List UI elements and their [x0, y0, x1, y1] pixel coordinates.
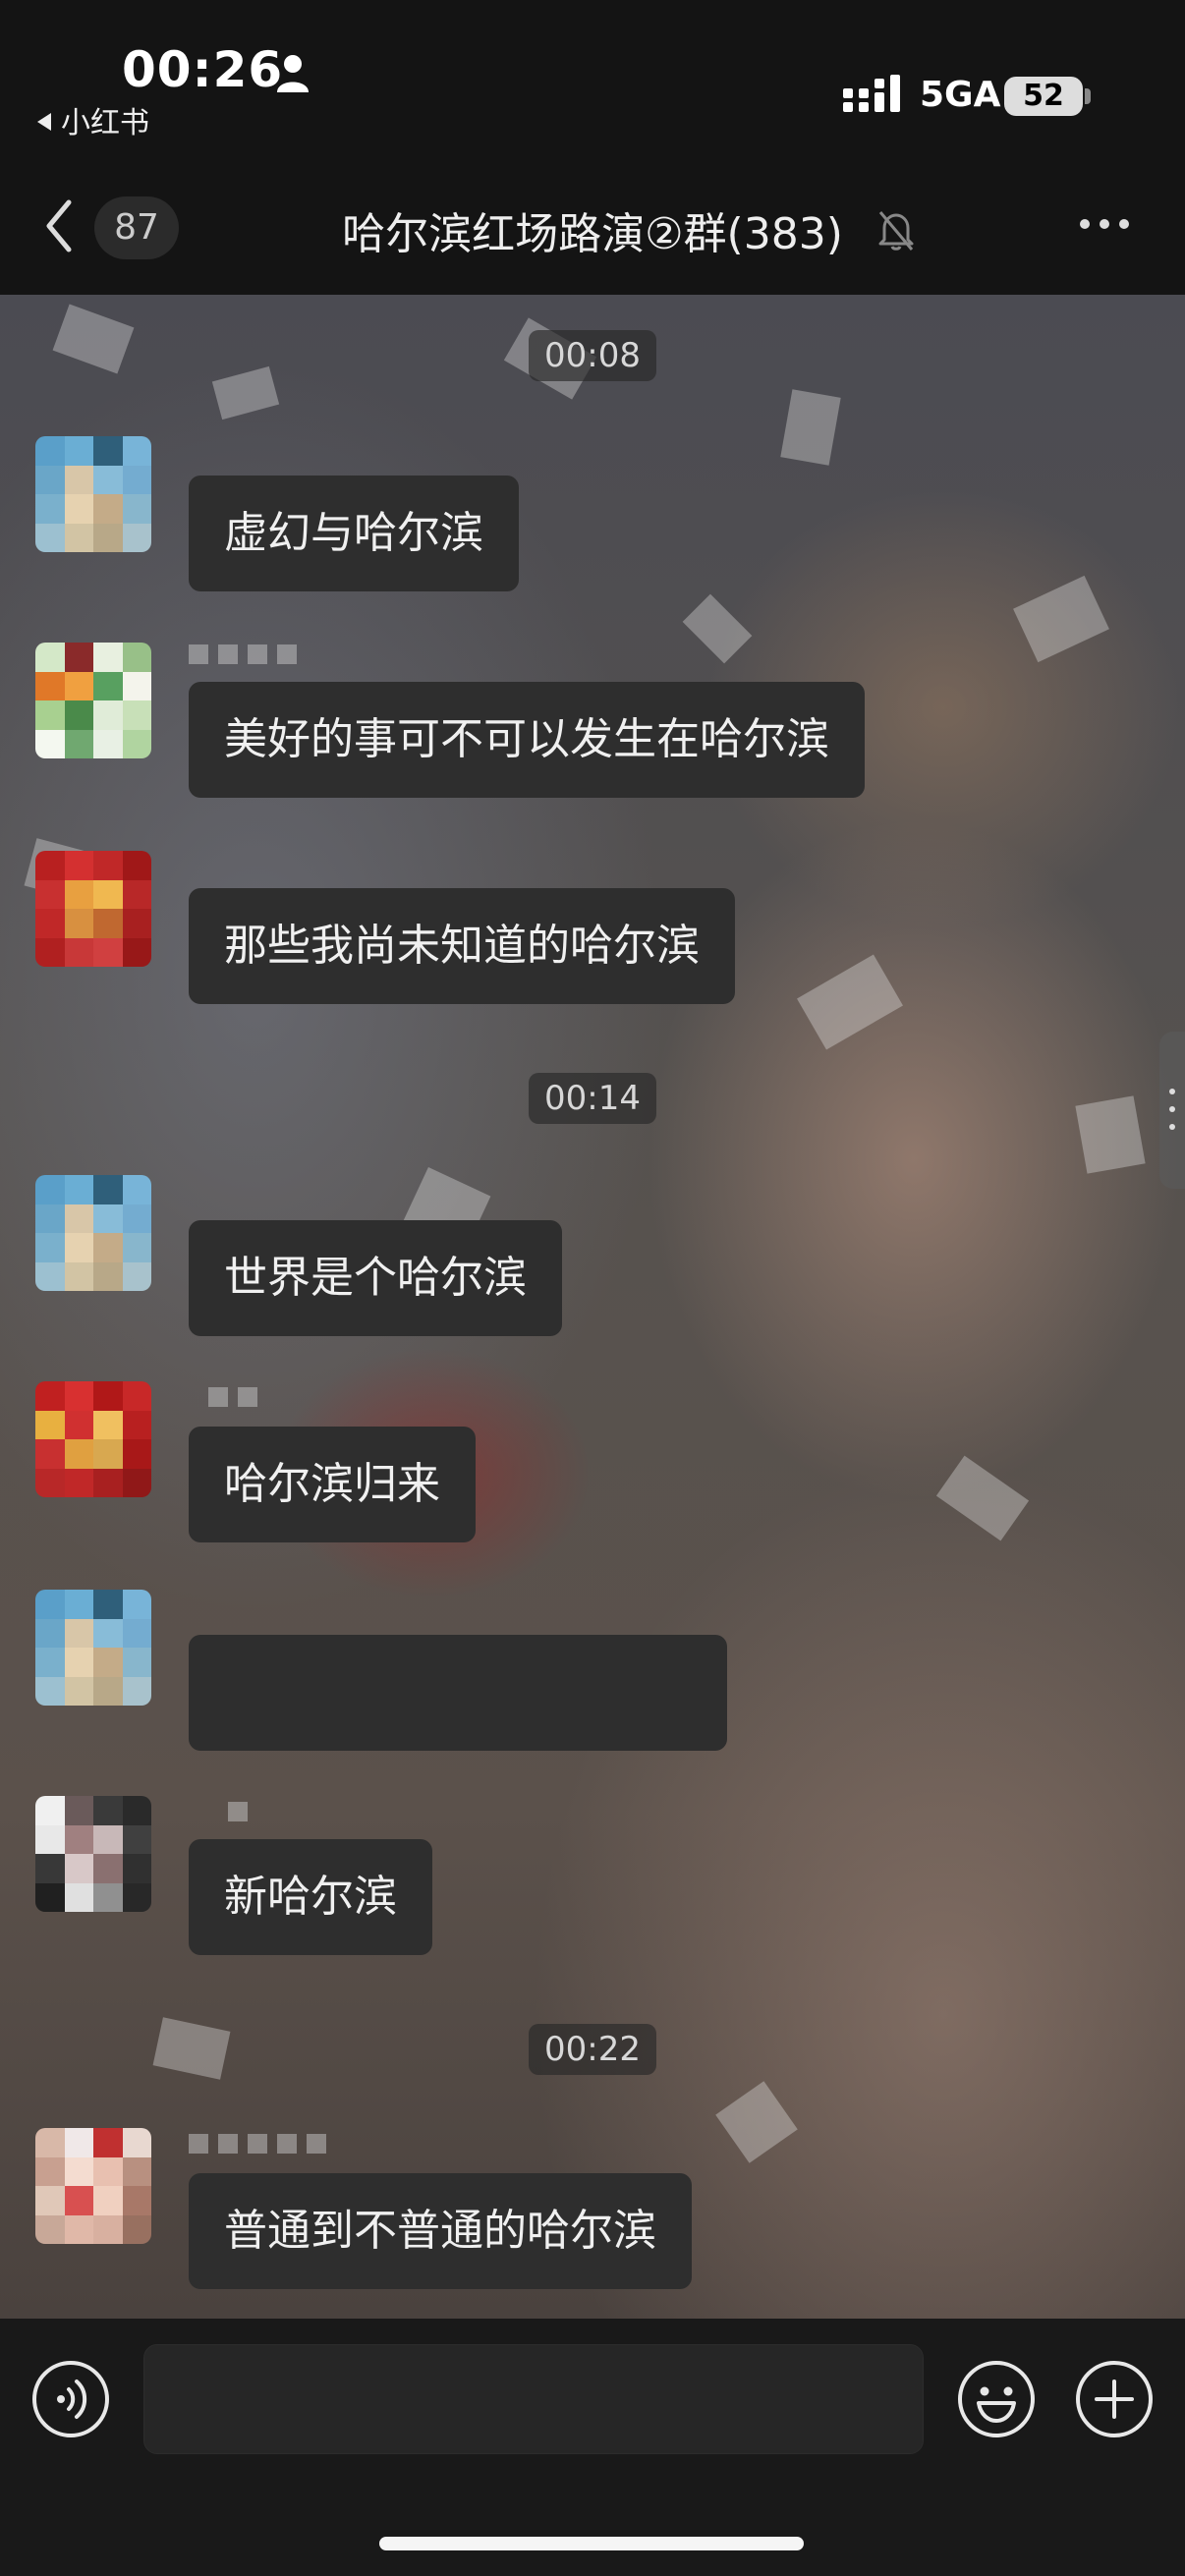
avatar[interactable] — [35, 436, 151, 552]
sender-nickname — [189, 2134, 326, 2154]
background-flake — [682, 593, 753, 664]
sender-nickname — [189, 644, 297, 664]
message-bubble[interactable]: 新哈尔滨 — [189, 1839, 432, 1955]
message-bubble[interactable]: 普通到不普通的哈尔滨 — [189, 2173, 692, 2289]
timestamp-text: 00:14 — [529, 1073, 656, 1124]
avatar[interactable] — [35, 1381, 151, 1497]
battery-cap — [1085, 88, 1091, 104]
message-bubble[interactable]: 世界是个哈尔滨 — [189, 1220, 562, 1336]
chat-header: 87 哈尔滨红场路演②群(383) — [0, 157, 1185, 295]
background-flake — [935, 1455, 1030, 1541]
home-indicator[interactable] — [379, 2537, 804, 2550]
back-to-app-link[interactable]: 小红书 — [37, 98, 149, 141]
background-flake — [797, 954, 903, 1050]
message-bubble[interactable]: 美好的事可不可以发生在哈尔滨 — [189, 682, 865, 798]
plus-icon[interactable] — [1075, 2360, 1154, 2438]
message-bubble[interactable]: 虚幻与哈尔滨 — [189, 476, 519, 591]
status-time: 00:26 — [122, 41, 284, 98]
message-bubble[interactable]: 哈尔滨归来 — [189, 1427, 476, 1542]
voice-icon[interactable] — [31, 2360, 110, 2438]
network-type: 5GA — [920, 75, 1001, 115]
sender-nickname — [208, 1387, 257, 1407]
message-timestamp: 00:14 — [0, 1073, 1185, 1124]
avatar[interactable] — [35, 2128, 151, 2244]
avatar[interactable] — [35, 1796, 151, 1912]
sender-nickname — [228, 1802, 248, 1821]
background-flake — [1013, 575, 1109, 663]
avatar[interactable] — [35, 851, 151, 967]
timestamp-text: 00:22 — [529, 2024, 656, 2075]
message-bubble[interactable]: 那些我尚未知道的哈尔滨 — [189, 888, 735, 1004]
avatar[interactable] — [35, 643, 151, 758]
background-flake — [715, 2081, 798, 2163]
avatar[interactable] — [35, 1175, 151, 1291]
message-timestamp: 00:22 — [0, 2024, 1185, 2075]
message-timestamp: 00:08 — [0, 330, 1185, 381]
message-bubble[interactable] — [189, 1635, 727, 1751]
chat-title-text: 哈尔滨红场路演②群(383) — [342, 209, 843, 259]
timestamp-text: 00:08 — [529, 330, 656, 381]
chat-title[interactable]: 哈尔滨红场路演②群(383) — [0, 198, 1185, 261]
person-icon — [277, 55, 309, 92]
back-app-label: 小红书 — [61, 106, 149, 140]
handle-dot — [1169, 1124, 1175, 1130]
battery-indicator: 52 — [1004, 77, 1083, 116]
avatar[interactable] — [35, 1590, 151, 1706]
status-bar: 00:26 小红书 5GA 52 — [0, 0, 1185, 157]
signal-icon — [843, 75, 900, 112]
chat-message-list[interactable]: 00:08 虚幻与哈尔滨 美好的事可不可以发生在哈尔滨 那些我尚未知道的哈尔滨 … — [0, 295, 1185, 2319]
message-input[interactable] — [143, 2344, 924, 2454]
bell-slash-icon — [878, 211, 914, 251]
back-triangle-icon — [37, 113, 51, 131]
background-flake — [780, 389, 841, 466]
more-dots-icon[interactable] — [1077, 214, 1132, 234]
emoji-icon[interactable] — [957, 2360, 1036, 2438]
